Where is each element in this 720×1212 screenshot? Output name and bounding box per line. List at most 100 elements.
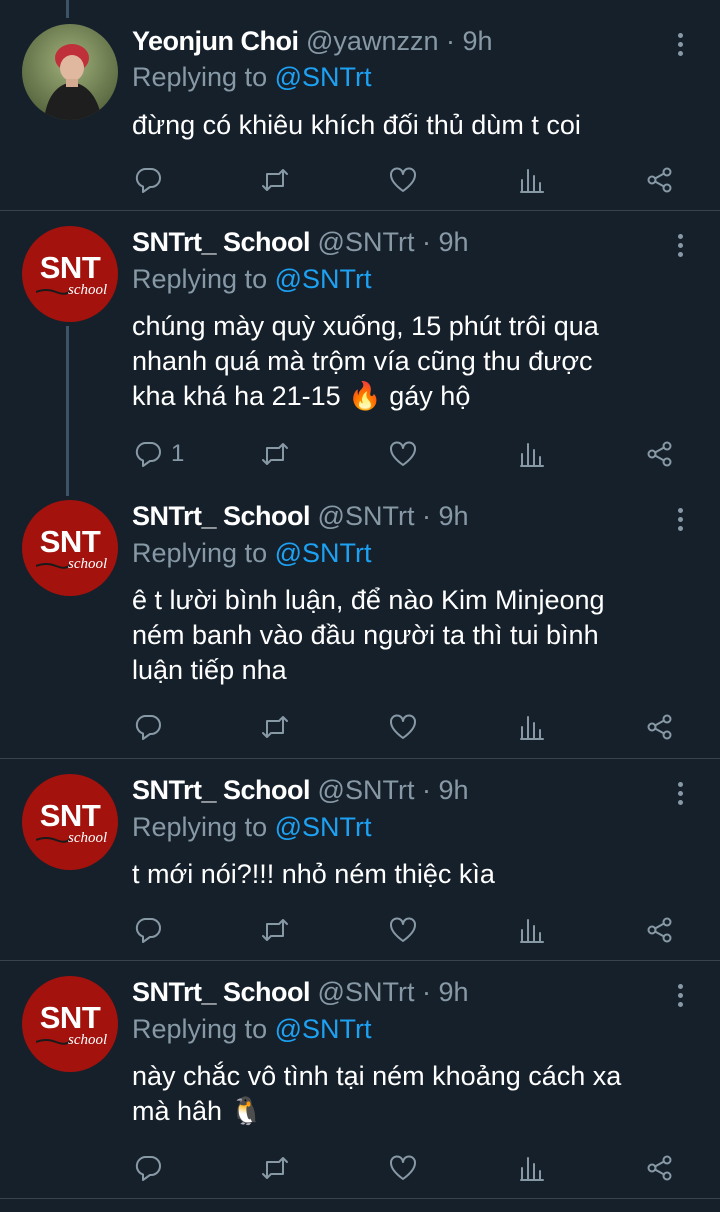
like-button[interactable] [388,710,418,744]
replying-mention[interactable]: @SNTrt [275,62,372,92]
tweet-time[interactable]: · 9h [422,501,469,531]
tweet-time[interactable]: · 9h [422,775,469,805]
tweet-text: chúng mày quỳ xuống, 15 phút trôi qua nh… [132,309,692,414]
analytics-icon [520,716,544,740]
share-button[interactable] [645,710,675,744]
tweet-actions [0,913,720,947]
replying-to: Replying to @SNTrt [132,62,372,93]
replying-mention[interactable]: @SNTrt [275,1014,372,1044]
analytics-button[interactable] [517,913,547,947]
reply-icon [135,442,161,467]
replying-mention[interactable]: @SNTrt [275,812,372,842]
reply-icon [135,715,161,740]
share-button[interactable] [645,913,675,947]
tweet-line: nhanh quá mà trộm vía cũng thu được [132,346,593,376]
reply-button[interactable] [133,710,171,744]
analytics-button[interactable] [517,163,547,197]
author-handle[interactable]: @SNTrt [318,977,415,1007]
reply-icon [135,1156,161,1181]
replying-label: Replying to [132,264,268,294]
more-vertical-icon[interactable] [670,231,690,261]
retweet-icon [262,716,288,738]
tweet-text: này chắc vô tình tại ném khoảng cách xa … [132,1059,692,1129]
thread-line-top [66,0,69,18]
avatar-logo-text: SNT [39,798,101,833]
tweet-2-header: SNTrt_ School @SNTrt · 9h [132,227,660,261]
retweet-button[interactable] [260,437,290,471]
tweet-time[interactable]: · 9h [422,227,469,257]
avatar-logo-text: SNT [39,250,101,285]
more-vertical-icon[interactable] [670,981,690,1011]
share-button[interactable] [645,163,675,197]
more-vertical-icon[interactable] [670,505,690,535]
tweet-line: ném banh vào đầu người ta thì tui bình [132,620,599,650]
avatar-sntrt[interactable]: SNT school [22,500,118,596]
avatar-sntrt[interactable]: SNT school [22,976,118,1072]
analytics-button[interactable] [517,710,547,744]
share-button[interactable] [645,437,675,471]
avatar-sntrt[interactable]: SNT school [22,226,118,322]
reply-icon [135,918,161,943]
retweet-button[interactable] [260,913,290,947]
tweet-line: t mới nói?!!! nhỏ ném thiệc kìa [132,859,495,889]
share-icon [647,441,672,467]
like-icon [390,441,416,466]
replying-to: Replying to @SNTrt [132,812,372,843]
more-vertical-icon[interactable] [670,779,690,809]
author-name[interactable]: SNTrt_ School [132,501,311,531]
like-icon [390,917,416,942]
share-button[interactable] [645,1151,675,1185]
avatar-script-text: school [68,830,108,846]
replying-label: Replying to [132,812,268,842]
like-button[interactable] [388,437,418,471]
share-icon [647,1155,672,1181]
reply-button[interactable]: 1 [133,437,184,471]
reply-button[interactable] [133,163,171,197]
author-handle[interactable]: @SNTrt [318,227,415,257]
replying-to: Replying to @SNTrt [132,1014,372,1045]
retweet-button[interactable] [260,163,290,197]
author-handle[interactable]: @SNTrt [318,775,415,805]
analytics-button[interactable] [517,437,547,471]
author-handle[interactable]: @yawnzzn [306,26,438,56]
like-button[interactable] [388,163,418,197]
more-vertical-icon[interactable] [670,30,690,60]
tweet-line: mà hâh 🐧 [132,1096,264,1126]
retweet-icon [262,919,288,941]
tweet-4-header: SNTrt_ School @SNTrt · 9h [132,775,660,809]
retweet-button[interactable] [260,1151,290,1185]
retweet-icon [262,1157,288,1179]
like-button[interactable] [388,1151,418,1185]
replying-to: Replying to @SNTrt [132,538,372,569]
avatar-script-text: school [68,282,108,298]
avatar-logo-text: SNT [39,1000,101,1035]
author-handle[interactable]: @SNTrt [318,501,415,531]
avatar-swash [36,1039,70,1045]
avatar-sntrt[interactable]: SNT school [22,774,118,870]
tweet-line: chúng mày quỳ xuống, 15 phút trôi qua [132,311,599,341]
avatar-script-text: school [68,556,108,572]
tweet-time[interactable]: · 9h [446,26,493,56]
tweet-line: này chắc vô tình tại ném khoảng cách xa [132,1061,622,1091]
author-name[interactable]: Yeonjun Choi [132,26,299,56]
reply-button[interactable] [133,1151,171,1185]
author-name[interactable]: SNTrt_ School [132,775,311,805]
author-name[interactable]: SNTrt_ School [132,227,311,257]
replying-label: Replying to [132,62,268,92]
avatar-yeonjun[interactable] [22,24,118,120]
tweet-actions [0,1151,720,1185]
retweet-button[interactable] [260,710,290,744]
reply-icon [135,168,161,193]
analytics-button[interactable] [517,1151,547,1185]
retweet-icon [262,169,288,191]
author-name[interactable]: SNTrt_ School [132,977,311,1007]
replying-mention[interactable]: @SNTrt [275,264,372,294]
tweet-actions: 1 [0,437,720,471]
like-button[interactable] [388,913,418,947]
tweet-3-header: SNTrt_ School @SNTrt · 9h [132,501,660,535]
reply-button[interactable] [133,913,171,947]
like-icon [390,714,416,739]
tweet-time[interactable]: · 9h [422,977,469,1007]
replying-mention[interactable]: @SNTrt [275,538,372,568]
tweet-1-header: Yeonjun Choi @yawnzzn · 9h [132,26,660,60]
